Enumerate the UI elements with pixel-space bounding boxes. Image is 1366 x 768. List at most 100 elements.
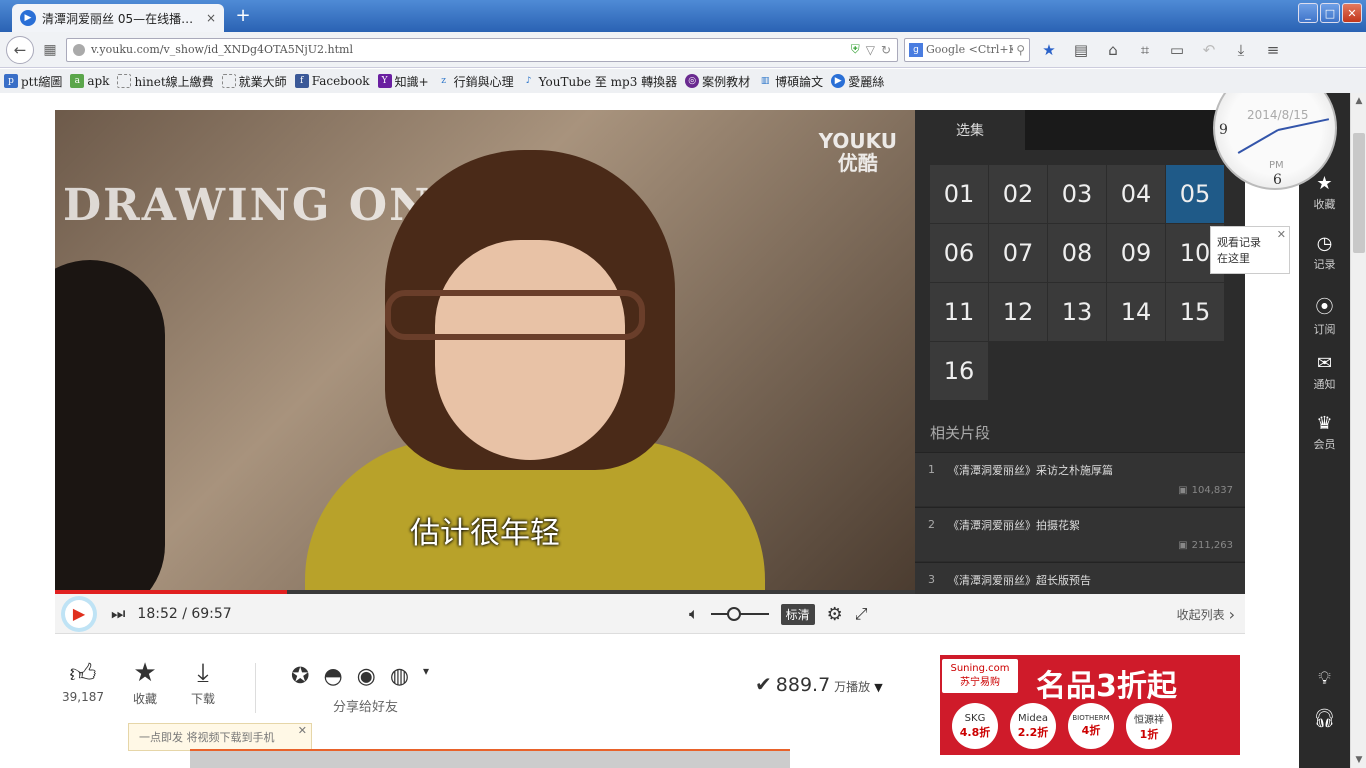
browser-tab[interactable]: ▶ 清潭洞爱丽丝 05—在线播… × (12, 4, 224, 32)
weibo-icon[interactable]: ◉ (357, 664, 376, 689)
episode-09[interactable]: 09 (1107, 224, 1165, 282)
episode-03[interactable]: 03 (1048, 165, 1106, 223)
crop-icon[interactable]: ⌗ (1132, 37, 1158, 63)
related-clip-item[interactable]: 2 《清潭洞爱丽丝》拍摄花絮 ▣ 211,263 (915, 507, 1245, 561)
bookmark-hinet[interactable]: hinet線上繳費 (117, 73, 214, 90)
scroll-thumb[interactable] (1353, 133, 1365, 253)
suning-ad-banner[interactable]: Suning.com 苏宁易购 名品3折起 SKG 4.8折 Midea 2.2折 … (940, 655, 1240, 755)
address-bar[interactable]: v.youku.com/v_show/id_XNDg4OTA5NjU2.html… (66, 37, 898, 62)
quality-button[interactable]: 标清 (780, 603, 815, 625)
url-text[interactable]: v.youku.com/v_show/id_XNDg4OTA5NjU2.html (91, 43, 845, 56)
sidebar-item-support[interactable]: 🎧︎ (1299, 708, 1350, 731)
video-player[interactable]: DRAWING ON YOUKU 优酷 估计很年轻 (55, 110, 915, 593)
magnifier-icon[interactable]: ⚲ (1016, 43, 1025, 57)
episode-16[interactable]: 16 (930, 342, 988, 400)
player-controls: ▶ ⏭ 18:52 / 69:57 🔈︎ 标清 ⚙ ⤢ 收起列表 › (55, 594, 1245, 634)
chat-icon[interactable]: ▭ (1164, 37, 1190, 63)
search-input[interactable]: Google <Ctrl+K> (926, 43, 1013, 56)
back-button[interactable]: ← (6, 35, 34, 64)
tab-episodes[interactable]: 选集 (915, 110, 1025, 150)
share-more-dropdown-icon[interactable]: ▾ (423, 664, 429, 689)
wechat-icon[interactable]: ◍ (390, 664, 409, 689)
bookmarks-list-icon[interactable]: ▤ (1068, 37, 1094, 63)
search-box[interactable]: g Google <Ctrl+K> ⚲ (904, 37, 1030, 62)
bookmark-label: 案例教材 (702, 74, 751, 89)
page-scrollbar[interactable]: ▲ ▼ (1350, 93, 1366, 768)
tab-groups-icon[interactable]: ▦ (40, 40, 60, 60)
episode-06[interactable]: 06 (930, 224, 988, 282)
episode-07[interactable]: 07 (989, 224, 1047, 282)
sidebar-item-tips[interactable]: 💡︎ (1299, 668, 1350, 691)
related-clip-title[interactable]: 《清潭洞爱丽丝》超长版预告 (948, 572, 1091, 588)
episode-04[interactable]: 04 (1107, 165, 1165, 223)
bookmark-yt-mp3[interactable]: ♪ YouTube 至 mp3 轉換器 (522, 73, 677, 90)
crown-icon: ♛ (1316, 413, 1333, 434)
collapse-list-button[interactable]: 收起列表 › (1177, 594, 1235, 634)
video-figure-face (435, 240, 625, 460)
like-button[interactable]: 👍︎ 39,187 (55, 658, 111, 704)
episode-15[interactable]: 15 (1166, 283, 1224, 341)
home-icon[interactable]: ⌂ (1100, 37, 1126, 63)
episode-01[interactable]: 01 (930, 165, 988, 223)
sidebar-item-notifications[interactable]: ✉ 通知 (1299, 353, 1350, 392)
bookmark-cases[interactable]: ◎ 案例教材 (685, 73, 750, 90)
qzone-icon[interactable]: ✪ (291, 664, 309, 689)
menu-icon[interactable]: ≡ (1260, 37, 1286, 63)
bookmark-apk[interactable]: a apk (70, 74, 109, 88)
tab-close-icon[interactable]: × (206, 11, 216, 25)
sidebar-item-subscribe[interactable]: ⦿ 订阅 (1299, 293, 1350, 337)
shield-icon[interactable]: ⛨ (851, 42, 860, 57)
volume-icon[interactable]: 🔈︎ (689, 604, 699, 624)
episode-02[interactable]: 02 (989, 165, 1047, 223)
clock-hour-hand (1237, 129, 1279, 154)
play-button[interactable]: ▶ (61, 595, 97, 632)
sidebar-item-membership[interactable]: ♛ 会员 (1299, 413, 1350, 452)
related-clip-item[interactable]: 3 《清潭洞爱丽丝》超长版预告 (915, 562, 1245, 594)
scroll-down-icon[interactable]: ▼ (1351, 752, 1366, 768)
right-sidebar: 👤︎用户 ★收藏 ◷记录 ⦿订阅 ✉通知 ♛会员 💡︎ 🎧︎ (1299, 93, 1350, 768)
download-icon[interactable]: ⤓ (1228, 37, 1254, 63)
related-clips-list: 1 《清潭洞爱丽丝》采访之朴施厚篇 ▣ 104,837 2 《清潭洞爱丽丝》拍摄花絮 ▣ 21… (915, 452, 1245, 594)
bookmark-jobs[interactable]: 就業大師 (221, 73, 287, 90)
window-titlebar: ▶ 清潭洞爱丽丝 05—在线播… × + _ □ ✕ (0, 0, 1366, 32)
rss-icon: ⦿ (1315, 297, 1334, 318)
volume-knob[interactable] (726, 607, 741, 621)
episode-12[interactable]: 12 (989, 283, 1047, 341)
tooltip-close-icon[interactable]: ✕ (1277, 227, 1286, 243)
chevron-down-icon[interactable]: ▼ (874, 681, 882, 694)
video-background-sign: DRAWING ON (63, 180, 432, 231)
scroll-up-icon[interactable]: ▲ (1351, 93, 1366, 109)
bookmark-alice[interactable]: ▶ 愛麗絲 (831, 73, 884, 90)
related-clip-title[interactable]: 《清潭洞爱丽丝》采访之朴施厚篇 (948, 462, 1113, 478)
qq-icon[interactable]: ◓ (323, 664, 342, 689)
panel-tabs: 选集 (915, 110, 1245, 150)
episode-08[interactable]: 08 (1048, 224, 1106, 282)
bookmark-star-icon[interactable]: ★ (1036, 37, 1062, 63)
dropdown-arrow-icon[interactable]: ▽ (866, 43, 875, 57)
download-tip-close-icon[interactable]: ✕ (298, 724, 307, 737)
favorite-button[interactable]: ★ 收藏 (117, 658, 173, 707)
reload-icon[interactable]: ↻ (881, 43, 891, 57)
related-clip-title[interactable]: 《清潭洞爱丽丝》拍摄花絮 (948, 517, 1080, 533)
minimize-button[interactable]: _ (1298, 3, 1318, 23)
fullscreen-icon[interactable]: ⤢ (855, 604, 868, 624)
related-clip-item[interactable]: 1 《清潭洞爱丽丝》采访之朴施厚篇 ▣ 104,837 (915, 452, 1245, 506)
maximize-button[interactable]: □ (1320, 3, 1340, 23)
bookmark-facebook[interactable]: f Facebook (294, 74, 370, 88)
episode-11[interactable]: 11 (930, 283, 988, 341)
episode-13[interactable]: 13 (1048, 283, 1106, 341)
settings-gear-icon[interactable]: ⚙ (827, 604, 843, 625)
bookmark-ptt[interactable]: p ptt縮圖 (4, 73, 62, 90)
volume-slider[interactable] (710, 607, 769, 621)
download-button[interactable]: ⤓ 下载 (175, 658, 231, 707)
sidebar-item-history[interactable]: ◷ 记录 (1299, 233, 1350, 272)
next-episode-icon[interactable]: ⏭ (111, 604, 125, 624)
undo-icon[interactable]: ↶ (1196, 37, 1222, 63)
new-tab-button[interactable]: + (232, 7, 254, 27)
episode-05[interactable]: 05 (1166, 165, 1224, 223)
episode-14[interactable]: 14 (1107, 283, 1165, 341)
bookmark-knowledge[interactable]: Y 知識+ (377, 73, 429, 90)
close-window-button[interactable]: ✕ (1342, 3, 1362, 23)
bookmark-thesis[interactable]: ▥ 博碩論文 (758, 73, 823, 90)
bookmark-marketing[interactable]: z 行銷與心理 (437, 73, 513, 90)
